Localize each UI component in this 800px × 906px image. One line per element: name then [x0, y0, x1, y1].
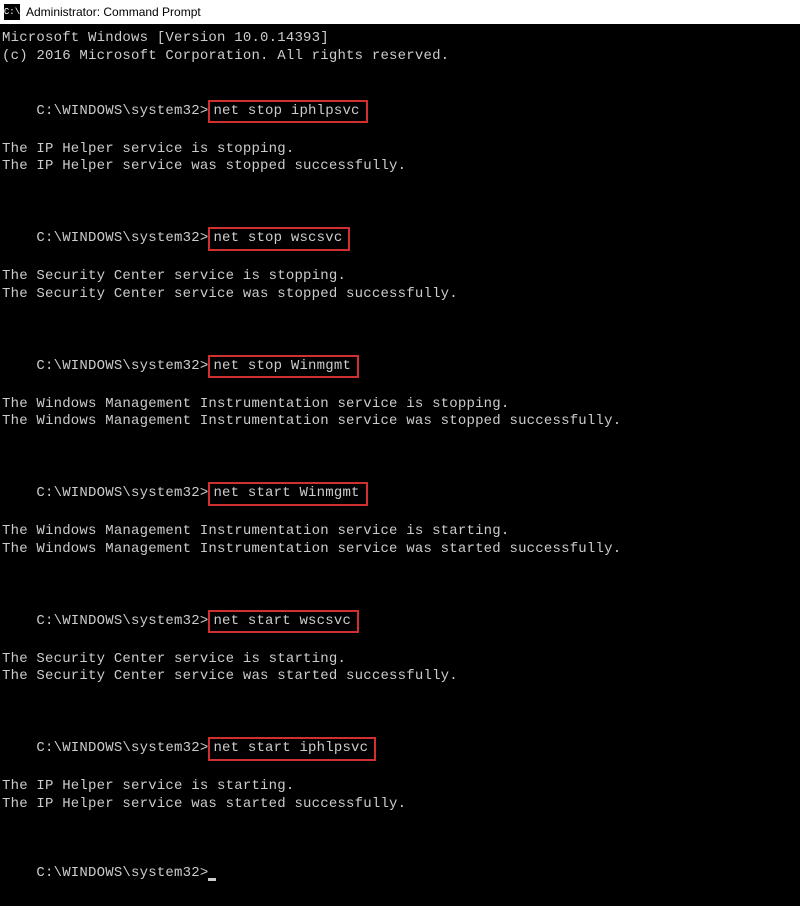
command-text: net stop iphlpsvc [213, 103, 359, 119]
command-text: net start iphlpsvc [213, 740, 368, 756]
output-line: The Security Center service is stopping. [2, 268, 800, 286]
prompt: C:\WINDOWS\system32> [36, 230, 208, 246]
output-line: The Windows Management Instrumentation s… [2, 396, 800, 414]
copyright-line: (c) 2016 Microsoft Corporation. All righ… [2, 48, 800, 66]
output-line: The IP Helper service is starting. [2, 778, 800, 796]
prompt: C:\WINDOWS\system32> [36, 865, 208, 881]
prompt: C:\WINDOWS\system32> [36, 103, 208, 119]
output-line: The Security Center service was started … [2, 668, 800, 686]
command-text: net stop wscsvc [213, 230, 342, 246]
prompt: C:\WINDOWS\system32> [36, 485, 208, 501]
command-text: net stop Winmgmt [213, 358, 351, 374]
output-line: The Windows Management Instrumentation s… [2, 523, 800, 541]
prompt: C:\WINDOWS\system32> [36, 740, 208, 756]
prompt: C:\WINDOWS\system32> [36, 358, 208, 374]
command-highlight: net stop wscsvc [208, 227, 350, 251]
window-title: Administrator: Command Prompt [26, 5, 201, 19]
version-line: Microsoft Windows [Version 10.0.14393] [2, 30, 800, 48]
title-bar: C:\ Administrator: Command Prompt [0, 0, 800, 24]
command-highlight: net start iphlpsvc [208, 737, 376, 761]
command-text: net start Winmgmt [213, 485, 359, 501]
command-highlight: net start Winmgmt [208, 482, 367, 506]
cursor [208, 878, 216, 881]
command-highlight: net start wscsvc [208, 610, 359, 634]
output-line: The Windows Management Instrumentation s… [2, 413, 800, 431]
output-line: The Security Center service was stopped … [2, 286, 800, 304]
command-highlight: net stop Winmgmt [208, 355, 359, 379]
output-line: The IP Helper service is stopping. [2, 141, 800, 159]
command-highlight: net stop iphlpsvc [208, 100, 367, 124]
output-line: The Security Center service is starting. [2, 651, 800, 669]
terminal-output[interactable]: Microsoft Windows [Version 10.0.14393] (… [0, 24, 800, 906]
cmd-icon: C:\ [4, 4, 20, 20]
output-line: The Windows Management Instrumentation s… [2, 541, 800, 559]
output-line: The IP Helper service was stopped succes… [2, 158, 800, 176]
output-line: The IP Helper service was started succes… [2, 796, 800, 814]
